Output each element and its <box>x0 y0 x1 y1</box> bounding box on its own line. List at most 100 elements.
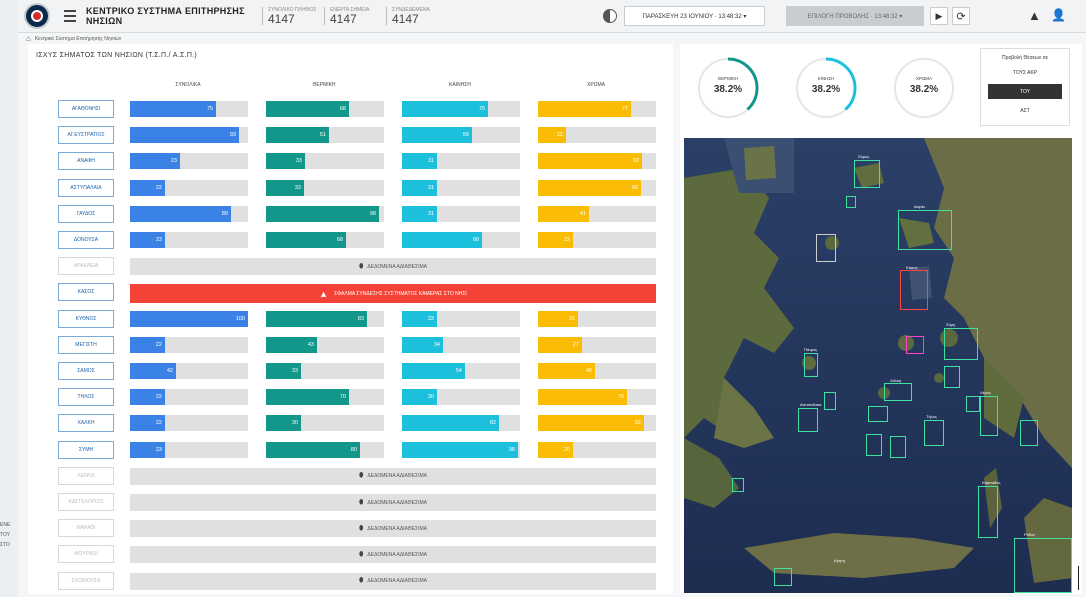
view-select[interactable]: ΕΠΙΛΟΓΗ ΠΡΟΒΟΛΗΣ · 13:48:32 ▾ <box>786 6 924 26</box>
breadcrumb-label[interactable]: Κεντρικό Σύστημα Επιτήρησης Νησιών <box>35 36 121 42</box>
bar-fill: 75 <box>130 101 216 117</box>
island-button[interactable]: ΑΓ.ΕΥΣΤΡΑΤΙΟΣ <box>58 126 114 145</box>
map-marker[interactable] <box>816 234 836 262</box>
gauge-motion: ΚΙΝΗΣΗ 38.2% <box>794 56 858 120</box>
map-marker[interactable] <box>966 396 980 412</box>
island-button[interactable]: ΧΑΛΚΗ <box>58 414 114 433</box>
bar-fill: 92 <box>538 415 644 432</box>
bar-track: 92 <box>538 153 656 170</box>
no-data-bar: ⬮ ΔΕΔΟΜΕΝΑ ΑΔΙΑΘΕΣΙΜΑ <box>130 494 656 511</box>
map-marker[interactable] <box>774 568 792 586</box>
island-button[interactable]: ΑΣΤΥΠΑΛΑΙΑ <box>58 178 114 197</box>
map-marker[interactable] <box>798 408 818 432</box>
bar-fill: 100 <box>130 310 248 327</box>
map-marker[interactable] <box>866 434 882 456</box>
bar-track: 27 <box>538 336 656 353</box>
island-button[interactable]: ΗΡΑΚΛΕΙΑ <box>58 257 114 276</box>
bar-fill: 92 <box>538 153 642 170</box>
position-option[interactable]: ΑΣΤ <box>988 103 1062 118</box>
alarm-bar[interactable]: ▲ ΣΦΑΛΜΑ ΣΥΝΔΕΣΗΣ ΣΥΣΤΗΜΑΤΟΣ ΚΑΜΕΡΑΣ ΣΤΟ … <box>130 284 656 304</box>
map-marker[interactable] <box>906 336 924 354</box>
bar-fill: 33 <box>266 153 305 170</box>
bar-track: 22 <box>130 179 248 196</box>
gauge-value: 38.2% <box>909 84 939 95</box>
bar-track: 22 <box>130 336 248 353</box>
menu-icon[interactable] <box>60 6 80 26</box>
map-marker[interactable] <box>978 486 998 538</box>
counter-value: 4147 <box>268 12 295 26</box>
island-button[interactable]: ΚΑΣΟΣ <box>58 283 114 302</box>
satellite-map[interactable]: Σάμος Ικαρία Κάσος Κάρπαθος Κρήτη Ρόδος … <box>684 138 1072 593</box>
refresh-button[interactable]: ⟳ <box>952 7 970 25</box>
map-marker[interactable] <box>944 366 960 388</box>
island-button[interactable]: ΤΗΛΟΣ <box>58 388 114 407</box>
bar-track: 22 <box>538 127 656 144</box>
island-button[interactable]: ΚΑΣΤΕΛΟΡΙΖΟ <box>58 493 114 511</box>
bar-fill: 93 <box>130 127 239 144</box>
home-icon[interactable]: ⌂ <box>26 34 31 43</box>
island-button[interactable]: ΣΥΜΗ <box>58 440 114 459</box>
table-row: ΧΑΛΚΗ 22 30 82 92 <box>28 410 673 436</box>
position-title: Προβολή Θέσεων σε <box>1001 55 1048 61</box>
island-button[interactable]: ΑΝΑΦΗ <box>58 152 114 171</box>
island-button[interactable]: ΜΕΓΙΣΤΗ <box>58 335 114 354</box>
bar-track: 22 <box>130 415 248 432</box>
position-option[interactable]: ΤΟΥΣ ΑΚΡ <box>988 65 1062 80</box>
island-button[interactable]: ΚΥΘΝΟΣ <box>58 309 114 328</box>
map-marker[interactable] <box>854 160 880 188</box>
map-marker[interactable] <box>1020 420 1038 446</box>
theme-toggle-icon[interactable] <box>603 9 617 23</box>
bar-track: 23 <box>130 441 248 458</box>
map-marker[interactable] <box>868 406 888 422</box>
bar-track: 22 <box>538 232 656 248</box>
island-button[interactable]: ΣΧΟΙΝΟΥΣΑ <box>58 571 114 590</box>
island-button[interactable]: ΦΟΥΡΝΟΙ <box>58 545 114 564</box>
map-marker[interactable] <box>824 392 836 410</box>
map-marker-alarm[interactable] <box>900 270 928 310</box>
date-select[interactable]: ΠΑΡΑΣΚΕΥΗ 23 ΙΟΥΝΙΟΥ · 13:48:32 ▾ <box>624 6 765 26</box>
user-icon[interactable]: 👤 <box>1051 8 1066 22</box>
map-label: Κάρπαθος <box>982 480 1001 485</box>
bar-track: 98 <box>266 205 384 222</box>
position-option[interactable]: ΤΟΥ <box>988 84 1062 99</box>
map-marker[interactable] <box>884 383 912 401</box>
counter-value: 4147 <box>330 12 357 26</box>
table-row: ΜΕΓΙΣΤΗ 22 43 34 27 <box>28 332 673 358</box>
table-row: ΓΑΥΔΟΣ 89 98 31 41 <box>28 201 673 227</box>
play-button[interactable]: ▶ <box>930 7 948 25</box>
map-marker[interactable] <box>1014 538 1072 593</box>
island-button[interactable]: ΜΑΡΑΘΙ <box>58 519 114 538</box>
map-label: Λέρος <box>980 390 991 395</box>
no-data-label: ΔΕΔΟΜΕΝΑ ΑΔΙΑΘΕΣΙΜΑ <box>367 473 427 480</box>
bar-fill: 31 <box>402 179 437 196</box>
bar-track: 68 <box>402 232 520 248</box>
map-label: Αστυπάλαια <box>800 402 822 407</box>
bar-fill: 22 <box>538 232 573 248</box>
bar-track: 51 <box>266 127 384 144</box>
no-data-label: ΔΕΔΟΜΕΝΑ ΑΔΙΑΘΕΣΙΜΑ <box>367 578 427 585</box>
map-marker[interactable] <box>898 210 952 250</box>
island-button[interactable]: ΣΑΜΟΣ <box>58 362 114 380</box>
bar-track: 41 <box>538 205 656 222</box>
table-row: ΑΣΤΥΠΑΛΑΙΑ 22 33 31 92 <box>28 175 673 201</box>
island-button[interactable]: ΓΑΥΔΟΣ <box>58 204 114 223</box>
map-marker[interactable] <box>980 396 998 436</box>
bar-fill: 22 <box>538 127 566 144</box>
map-marker[interactable] <box>804 353 818 377</box>
pin-icon: ⬮ <box>359 498 364 506</box>
island-button[interactable]: ΑΓΑΘΟΝΗΣΙ <box>58 100 114 118</box>
bar-track: 93 <box>130 127 248 144</box>
map-marker[interactable] <box>924 420 944 446</box>
map-marker[interactable] <box>890 436 906 458</box>
map-marker[interactable] <box>846 196 856 208</box>
bar-fill: 68 <box>266 101 349 117</box>
map-marker[interactable] <box>944 328 978 360</box>
island-button[interactable]: ΔΟΝΟΥΣΑ <box>58 231 114 249</box>
map-marker[interactable] <box>732 478 744 492</box>
alert-icon[interactable]: ▲ <box>1028 8 1041 23</box>
bar-track: 54 <box>402 363 520 379</box>
app-title: ΚΕΝΤΡΙΚΟ ΣΥΣΤΗΜΑ ΕΠΙΤΗΡΗΣΗΣ ΝΗΣΙΩΝ <box>86 6 245 26</box>
table-row: ΣΑΜΟΣ 42 33 54 48 <box>28 358 673 384</box>
island-button[interactable]: ΛΕΙΨΟΙ <box>58 466 114 485</box>
bar-track: 31 <box>538 310 656 327</box>
